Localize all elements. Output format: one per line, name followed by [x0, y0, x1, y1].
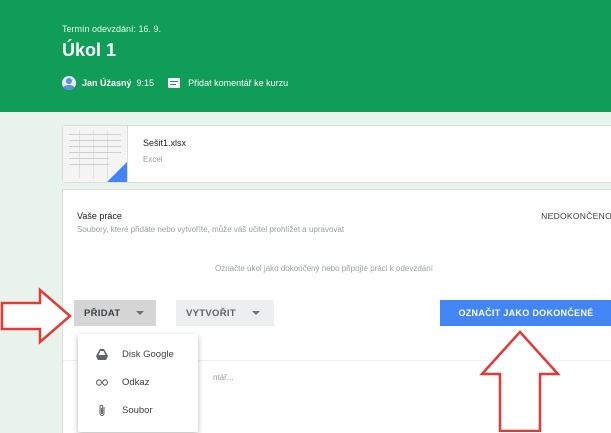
assignment-meta: Jan Úžasný 9:15 Přidat komentář ke kurzu [62, 76, 288, 90]
menu-item-link[interactable]: Odkaz [78, 368, 198, 396]
private-comment-input[interactable]: ntář... [213, 373, 233, 382]
add-class-comment-link[interactable]: Přidat komentář ke kurzu [188, 78, 288, 88]
create-button[interactable]: VYTVOŘIT [176, 300, 274, 326]
comment-icon [168, 78, 181, 88]
chevron-down-icon [136, 311, 145, 315]
add-button[interactable]: PŘIDAT [74, 300, 156, 326]
your-work-title: Vaše práce [77, 211, 122, 221]
attachment-name[interactable]: Sešit1.xlsx [143, 138, 186, 148]
avatar [62, 76, 76, 90]
annotation-arrow-up-icon [479, 330, 561, 432]
mark-as-done-button[interactable]: OZNAČIT JAKO DOKONČENÉ [440, 300, 611, 326]
spreadsheet-thumbnail [63, 126, 128, 182]
add-button-label: PŘIDAT [84, 307, 121, 319]
create-button-label: VYTVOŘIT [186, 307, 236, 319]
assignment-header: Termín odevzdání: 16. 9. Úkol 1 Jan Úžas… [0, 0, 611, 112]
menu-item-google-drive[interactable]: Disk Google [78, 340, 198, 368]
your-work-subtitle: Soubory, které přidáte nebo vytvoříte, m… [77, 225, 345, 234]
chevron-down-icon [251, 311, 260, 315]
post-time: 9:15 [136, 78, 155, 88]
status-badge: NEDOKONČENO [541, 211, 611, 221]
add-dropdown-menu: Disk Google Odkaz Soubor [78, 334, 198, 432]
author-name: Jan Úžasný [82, 78, 132, 88]
link-icon [96, 376, 108, 388]
annotation-arrow-right-icon [0, 287, 72, 345]
due-date: Termín odevzdání: 16. 9. [62, 24, 162, 34]
menu-item-file[interactable]: Soubor [78, 396, 198, 424]
submit-hint: Označte úkol jako dokončený nebo připojt… [215, 264, 433, 273]
attachment-card[interactable]: Sešit1.xlsx Excel [62, 125, 611, 183]
paperclip-icon [96, 404, 108, 416]
sheet-corner-icon [107, 162, 127, 182]
assignment-title: Úkol 1 [62, 40, 117, 60]
mark-as-done-label: OZNAČIT JAKO DOKONČENÉ [458, 308, 594, 318]
attachment-type: Excel [143, 155, 163, 164]
google-drive-icon [96, 348, 108, 360]
